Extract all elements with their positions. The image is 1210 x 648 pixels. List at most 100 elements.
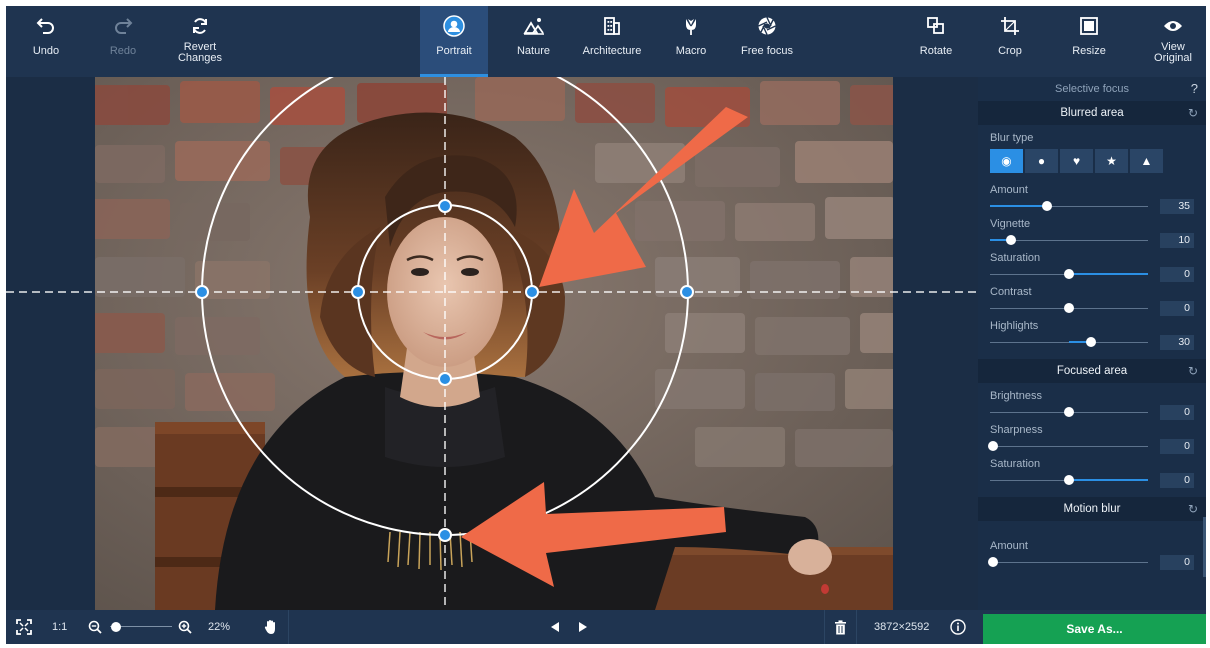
slider-label-sharpness: Sharpness: [990, 424, 1043, 436]
star-blur-icon[interactable]: ★: [1095, 149, 1128, 173]
top-toolbar: Undo Redo Revert Changes Portrait Nature…: [6, 6, 1206, 77]
panel-scrollbar[interactable]: [1203, 517, 1206, 577]
slider-saturation[interactable]: 0: [990, 471, 1194, 491]
slider-knob[interactable]: [1064, 475, 1074, 485]
slider-value[interactable]: 30: [1160, 335, 1194, 350]
dots-blur-icon[interactable]: ●: [1025, 149, 1058, 173]
info-icon[interactable]: [950, 610, 966, 644]
blurred-area-header[interactable]: Blurred area ↻: [978, 101, 1206, 125]
reset-icon[interactable]: ↻: [1188, 502, 1198, 516]
slider-value[interactable]: 35: [1160, 199, 1194, 214]
slider-knob[interactable]: [1086, 337, 1096, 347]
slider-vignette[interactable]: 10: [990, 231, 1194, 251]
next-image-icon[interactable]: [577, 610, 589, 644]
slider-amount[interactable]: 0: [988, 553, 1194, 573]
slider-amount[interactable]: 35: [990, 197, 1194, 217]
zoom-slider-knob[interactable]: [111, 622, 121, 632]
revert-changes-button[interactable]: Revert Changes: [166, 6, 234, 77]
app-window: Undo Redo Revert Changes Portrait Nature…: [6, 6, 1206, 644]
slider-knob[interactable]: [988, 441, 998, 451]
tab-portrait[interactable]: Portrait: [420, 6, 488, 77]
slider-knob[interactable]: [1064, 303, 1074, 313]
zoom-slider[interactable]: [110, 610, 172, 644]
reset-icon[interactable]: ↻: [1188, 106, 1198, 120]
slider-value[interactable]: 10: [1160, 233, 1194, 248]
slider-label-saturation: Saturation: [990, 458, 1041, 470]
slider-knob[interactable]: [1064, 407, 1074, 417]
focused-area-section: Brightness 0 Sharpness 0 Saturation 0: [978, 383, 1206, 495]
rotate-icon: [926, 6, 946, 46]
slider-knob[interactable]: [1042, 201, 1052, 211]
redo-label: Redo: [109, 45, 137, 57]
divider: [288, 610, 289, 644]
aperture-icon: [757, 6, 777, 46]
image-dimensions: 3872×2592: [874, 621, 930, 633]
actual-size-button[interactable]: 1:1: [52, 610, 67, 644]
tab-architecture[interactable]: Architecture: [572, 6, 652, 77]
inner-handle-left: [351, 285, 365, 299]
zoom-out-icon[interactable]: [88, 610, 102, 644]
redo-button[interactable]: Redo: [103, 6, 143, 77]
tab-free-focus[interactable]: Free focus: [732, 6, 802, 77]
rotate-label: Rotate: [919, 45, 953, 57]
reset-icon[interactable]: ↻: [1188, 364, 1198, 378]
blur-type-label: Blur type: [990, 132, 1034, 144]
slider-knob[interactable]: [988, 557, 998, 567]
crop-label: Crop: [998, 45, 1022, 57]
motion-blur-title: Motion blur: [1063, 503, 1121, 515]
undo-button[interactable]: Undo: [26, 6, 66, 77]
triangle-blur-icon[interactable]: ▲: [1130, 149, 1163, 173]
tab-portrait-label: Portrait: [436, 45, 472, 57]
slider-highlights[interactable]: 30: [990, 333, 1194, 353]
tab-macro[interactable]: Macro: [666, 6, 716, 77]
tab-nature-label: Nature: [516, 45, 551, 57]
slider-track[interactable]: [990, 446, 1148, 447]
trash-icon[interactable]: [834, 610, 847, 644]
hand-tool-icon[interactable]: [264, 610, 278, 644]
tab-nature[interactable]: Nature: [506, 6, 561, 77]
slider-contrast[interactable]: 0: [990, 299, 1194, 319]
divider: [856, 610, 857, 644]
resize-button[interactable]: Resize: [1066, 6, 1112, 77]
motion-blur-sliders: Amount 0: [988, 539, 1194, 573]
heart-blur-icon[interactable]: ♥: [1060, 149, 1093, 173]
slider-value[interactable]: 0: [1160, 301, 1194, 316]
inner-handle-top: [438, 199, 452, 213]
motion-blur-header[interactable]: Motion blur ↻: [978, 497, 1206, 521]
eye-icon: [1163, 6, 1183, 46]
save-as-button[interactable]: Save As...: [983, 614, 1206, 644]
slider-label-amount: Amount: [990, 540, 1028, 552]
slider-knob[interactable]: [1006, 235, 1016, 245]
slider-value[interactable]: 0: [1160, 267, 1194, 282]
slider-value[interactable]: 0: [1160, 555, 1194, 570]
redo-icon: [113, 6, 133, 46]
undo-label: Undo: [32, 45, 60, 57]
crop-button[interactable]: Crop: [990, 6, 1030, 77]
slider-value[interactable]: 0: [1160, 405, 1194, 420]
focused-area-header[interactable]: Focused area ↻: [978, 359, 1206, 383]
rotate-button[interactable]: Rotate: [911, 6, 961, 77]
building-icon: [602, 6, 622, 46]
fit-to-screen-icon[interactable]: [16, 610, 32, 644]
help-icon[interactable]: ?: [1191, 81, 1198, 96]
annotation-arrow-upper: [539, 107, 748, 287]
blurred-area-section: Blur type ◉ ● ♥ ★ ▲ Amount 35 Vignette 10 Sa…: [978, 125, 1206, 357]
slider-value[interactable]: 0: [1160, 473, 1194, 488]
slider-sharpness[interactable]: 0: [988, 437, 1194, 457]
divider: [824, 610, 825, 644]
image-canvas[interactable]: [6, 77, 978, 610]
slider-label-highlights: Highlights: [990, 320, 1039, 332]
slider-knob[interactable]: [1064, 269, 1074, 279]
view-original-button[interactable]: View Original: [1146, 6, 1200, 77]
motion-blur-section: Amount 0: [978, 521, 1206, 577]
previous-image-icon[interactable]: [549, 610, 561, 644]
zoom-in-icon[interactable]: [178, 610, 192, 644]
revert-label: Revert Changes: [178, 42, 222, 64]
slider-track[interactable]: [990, 562, 1148, 563]
circle-blur-icon[interactable]: ◉: [990, 149, 1023, 173]
panel-title-text: Selective focus: [1055, 83, 1129, 95]
focus-overlay[interactable]: [6, 77, 978, 610]
slider-saturation[interactable]: 0: [990, 265, 1194, 285]
slider-brightness[interactable]: 0: [990, 403, 1194, 423]
slider-value[interactable]: 0: [1160, 439, 1194, 454]
